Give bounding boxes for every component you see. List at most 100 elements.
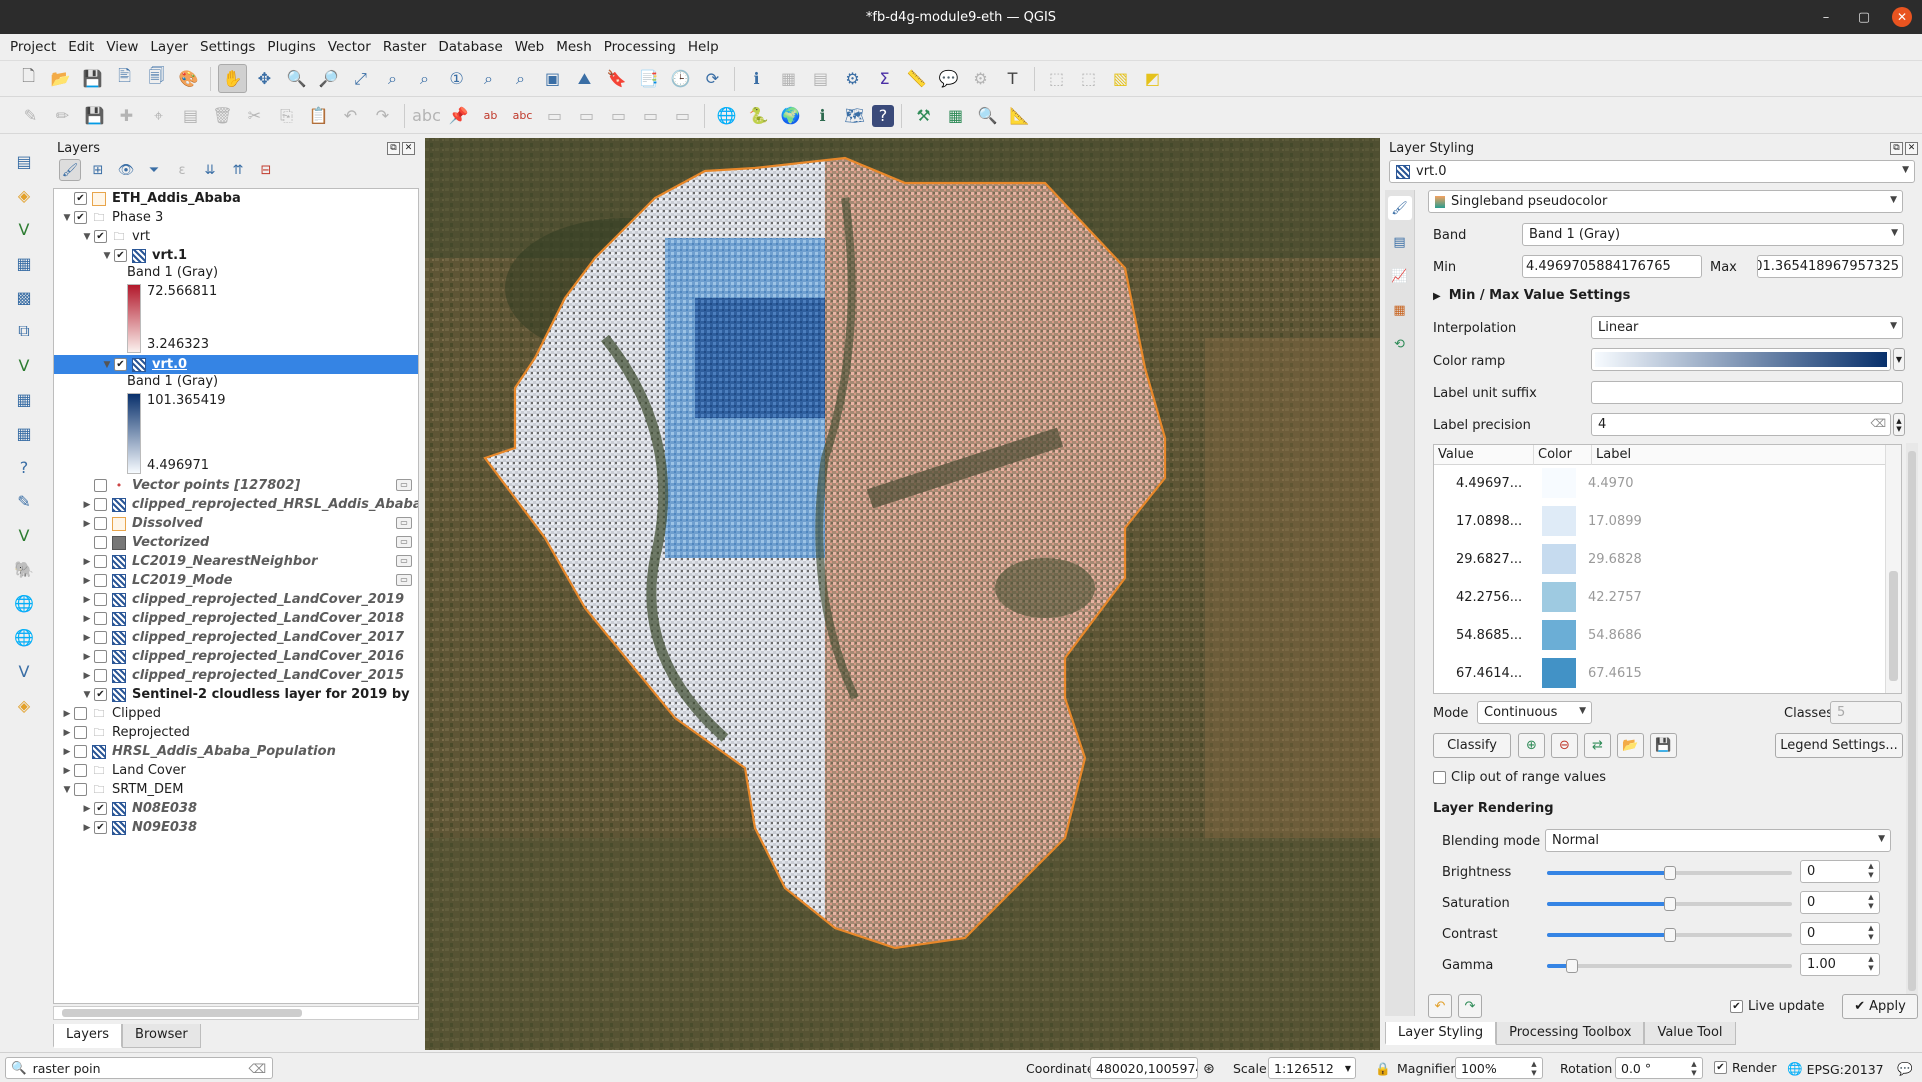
layer-tree-item[interactable]: • Vector points [127802] ▭ — [54, 476, 418, 495]
add-vector-layer-icon[interactable]: V — [7, 214, 41, 244]
tab-processing-toolbox[interactable]: Processing Toolbox — [1496, 1022, 1645, 1045]
toggle-editing-icon[interactable]: ✏ — [48, 101, 77, 130]
expand-right-icon[interactable]: ▶ — [80, 671, 94, 681]
layer-visibility-checkbox[interactable] — [94, 612, 107, 625]
toolbox-icon[interactable]: ⚙ — [838, 64, 867, 93]
filter-indicator-icon[interactable]: ▭ — [396, 479, 412, 491]
expand-right-icon[interactable]: ▶ — [60, 766, 74, 776]
plugin-tool-icon[interactable]: ⚒ — [909, 101, 938, 130]
expand-right-icon[interactable]: ▶ — [80, 519, 94, 529]
crs-button[interactable]: 🌐 EPSG:20137 — [1787, 1061, 1884, 1077]
python-console-icon[interactable]: 🐍 — [744, 101, 773, 130]
deselect-all-icon[interactable]: ▧ — [1106, 64, 1135, 93]
move-label-icon[interactable]: ▭ — [572, 101, 601, 130]
filter-indicator-icon[interactable]: ▭ — [396, 574, 412, 586]
close-panel-icon[interactable]: ✕ — [402, 141, 415, 155]
style-manager-icon[interactable]: 🎨 — [174, 64, 203, 93]
band-select[interactable]: Band 1 (Gray) ▼ — [1522, 223, 1904, 246]
layer-tree-item[interactable]: ▶ 🗀 Clipped — [54, 704, 418, 723]
remove-class-icon[interactable]: ⊖ — [1551, 733, 1578, 758]
save-edits-icon[interactable]: 💾 — [80, 101, 109, 130]
class-color-swatch[interactable] — [1542, 468, 1576, 498]
minimize-button[interactable]: – — [1816, 10, 1836, 25]
layer-visibility-checkbox[interactable] — [94, 555, 107, 568]
new-bookmark-icon[interactable]: 🔖 — [602, 64, 631, 93]
filter-indicator-icon[interactable]: ▭ — [396, 536, 412, 548]
gamma-input[interactable]: 1.00 ▲ ▼ — [1800, 953, 1880, 976]
label-column-header[interactable]: Label — [1592, 445, 1882, 465]
class-color-swatch[interactable] — [1542, 506, 1576, 536]
layer-select[interactable]: vrt.0 ▼ — [1389, 160, 1915, 183]
menu-processing[interactable]: Processing — [598, 39, 682, 55]
tab-layer-styling[interactable]: Layer Styling — [1385, 1022, 1497, 1045]
value-column-header[interactable]: Value — [1434, 445, 1534, 465]
layer-tree-item[interactable]: ▶ clipped_reprojected_LandCover_2018 — [54, 609, 418, 628]
clip-range-row[interactable]: Clip out of range values — [1433, 770, 1606, 785]
add-postgis-layer-icon[interactable]: 🐘 — [7, 554, 41, 584]
class-row[interactable]: 4.49697... 4.4970 — [1434, 467, 1884, 499]
label-toolbar-icon[interactable]: abc — [412, 101, 441, 130]
add-vector-tile-icon[interactable]: V — [7, 656, 41, 686]
layer-visibility-checkbox[interactable]: ✔ — [74, 211, 87, 224]
add-wcs-layer-icon[interactable]: ✎ — [7, 486, 41, 516]
expand-right-icon[interactable]: ▶ — [80, 652, 94, 662]
statistics-icon[interactable]: Σ — [870, 64, 899, 93]
menu-edit[interactable]: Edit — [62, 39, 100, 55]
expand-down-icon[interactable]: ▼ — [80, 232, 94, 242]
layer-tree-item[interactable]: ▶ clipped_reprojected_LandCover_2016 — [54, 647, 418, 666]
renderer-select[interactable]: Singleband pseudocolor ▼ — [1428, 190, 1903, 213]
save-colormap-icon[interactable]: 💾 — [1650, 733, 1677, 758]
rendering-tab-icon[interactable]: ▦ — [1388, 298, 1412, 322]
clip-range-checkbox[interactable] — [1433, 771, 1446, 784]
modify-attributes-icon[interactable]: ▤ — [176, 101, 205, 130]
filter-legend-icon[interactable]: ⏷ — [143, 159, 165, 181]
magnifier-input[interactable]: 100% ▲ ▼ — [1455, 1057, 1543, 1079]
color-column-header[interactable]: Color — [1534, 445, 1592, 465]
layer-visibility-checkbox[interactable]: ✔ — [94, 230, 107, 243]
expand-right-icon[interactable]: ▶ — [60, 728, 74, 738]
cut-features-icon[interactable]: ✂ — [240, 101, 269, 130]
globe-plugin-icon[interactable]: 🌍 — [776, 101, 805, 130]
pan-to-selection-icon[interactable]: ✥ — [250, 64, 279, 93]
zoom-to-layer-icon[interactable]: ⌕ — [410, 64, 439, 93]
layer-tree-item[interactable]: ▼ ✔ vrt.0 — [54, 355, 418, 374]
classes-table[interactable]: Value Color Label 4.49697... 4.4970 17.089… — [1433, 444, 1902, 694]
transparency-tab-icon[interactable]: ▤ — [1388, 230, 1412, 254]
class-row[interactable]: 17.0898... 17.0899 — [1434, 505, 1884, 537]
layer-tree-item[interactable]: ▶ clipped_reprojected_LandCover_2017 — [54, 628, 418, 647]
add-xyz-layer-icon[interactable]: ? — [7, 452, 41, 482]
menu-mesh[interactable]: Mesh — [550, 39, 598, 55]
field-calculator-icon[interactable]: ▤ — [806, 64, 835, 93]
zoom-out-icon[interactable]: 🔎 — [314, 64, 343, 93]
zoom-native-icon[interactable]: ① — [442, 64, 471, 93]
load-colormap-icon[interactable]: 📂 — [1617, 733, 1644, 758]
layer-tree-item[interactable]: ▶ clipped_reprojected_HRSL_Addis_Ababa — [54, 495, 418, 514]
layer-visibility-checkbox[interactable] — [94, 517, 107, 530]
classes-count-input[interactable]: 5 — [1830, 701, 1902, 724]
quickmapservices-icon[interactable]: 🌐 — [712, 101, 741, 130]
menu-database[interactable]: Database — [432, 39, 508, 55]
saturation-slider[interactable] — [1547, 897, 1792, 911]
class-row[interactable]: 29.6827... 29.6828 — [1434, 543, 1884, 575]
class-row[interactable]: 54.8685... 54.8686 — [1434, 619, 1884, 651]
locator-search[interactable]: 🔍 raster poin ⌫ — [5, 1057, 273, 1079]
maximize-button[interactable]: ▢ — [1854, 10, 1874, 25]
layer-tree-item[interactable]: ▶ LC2019_Mode ▭ — [54, 571, 418, 590]
filter-indicator-icon[interactable]: ▭ — [396, 517, 412, 529]
measure-icon[interactable]: 📏 — [902, 64, 931, 93]
menu-settings[interactable]: Settings — [194, 39, 261, 55]
zoom-last-icon[interactable]: ⌕ — [474, 64, 503, 93]
expand-down-icon[interactable]: ▼ — [60, 213, 74, 223]
expand-down-icon[interactable]: ▼ — [80, 690, 94, 700]
layer-visibility-checkbox[interactable]: ✔ — [94, 802, 107, 815]
live-update-checkbox[interactable]: ✔ — [1730, 1000, 1743, 1013]
rotate-label-icon[interactable]: ▭ — [604, 101, 633, 130]
layer-visibility-checkbox[interactable] — [94, 669, 107, 682]
menu-project[interactable]: Project — [4, 39, 62, 55]
expand-right-icon[interactable]: ▶ — [60, 747, 74, 757]
layer-visibility-checkbox[interactable] — [94, 574, 107, 587]
expand-right-icon[interactable]: ▶ — [80, 576, 94, 586]
layer-visibility-checkbox[interactable] — [94, 631, 107, 644]
menu-plugins[interactable]: Plugins — [261, 39, 321, 55]
layer-tree-item[interactable]: ▶ clipped_reprojected_LandCover_2019 — [54, 590, 418, 609]
